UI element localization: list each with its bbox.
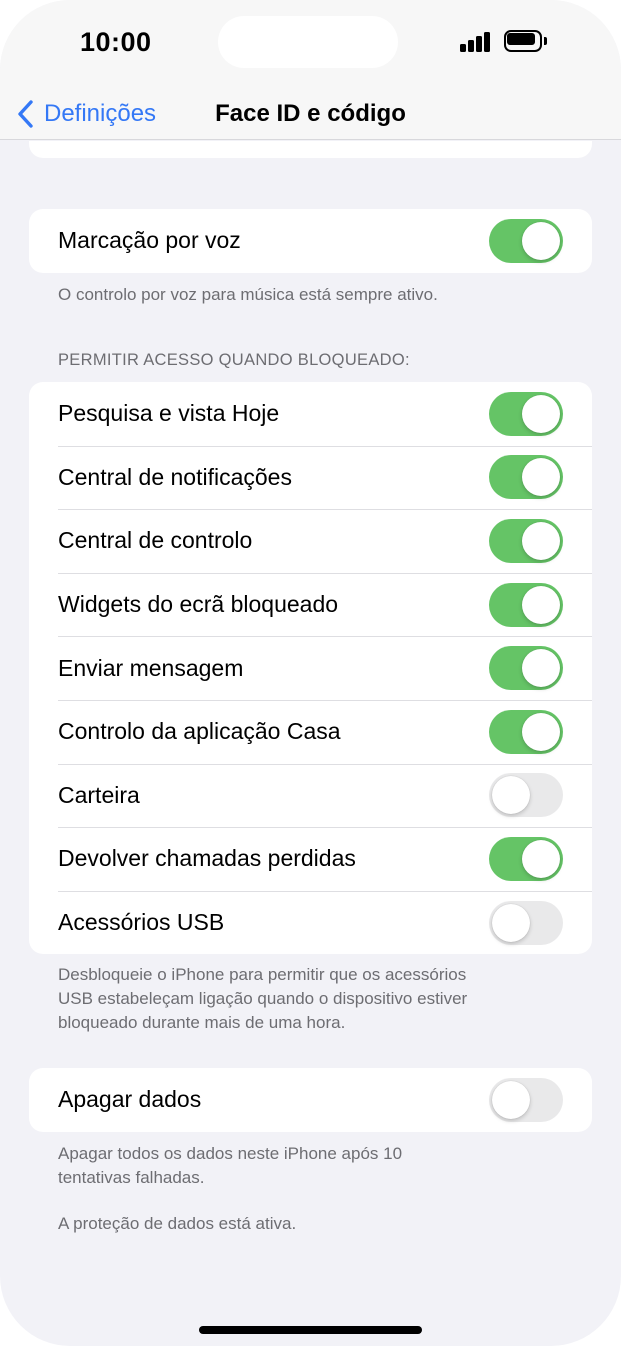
toggle-knob — [492, 776, 530, 815]
erase-footnote: Apagar todos os dados neste iPhone após … — [58, 1142, 558, 1190]
locked-access-row: Controlo da aplicação Casa — [29, 699, 592, 764]
footnote-line: Desbloqueie o iPhone para permitir que o… — [58, 965, 467, 984]
voice-dial-label: Marcação por voz — [58, 227, 241, 254]
locked-access-row: Central de notificações — [29, 445, 592, 510]
toggle-knob — [492, 1080, 530, 1119]
locked-access-toggle[interactable] — [489, 773, 563, 818]
locked-access-toggle[interactable] — [489, 709, 563, 754]
toggle-knob — [522, 712, 560, 751]
locked-access-label: Pesquisa e vista Hoje — [58, 400, 280, 427]
chevron-left-icon — [18, 100, 33, 128]
locked-access-row: Carteira — [29, 763, 592, 828]
locked-access-label: Carteira — [58, 781, 140, 808]
locked-access-label: Acessórios USB — [58, 909, 225, 936]
toggle-knob — [492, 903, 530, 942]
phone-screen: 10:00 Definições Face ID e código Marcaç… — [0, 0, 621, 1346]
toggle-knob — [522, 221, 560, 260]
locked-access-toggle[interactable] — [489, 518, 563, 563]
navigation-bar: Definições Face ID e código — [0, 88, 621, 140]
locked-access-label: Devolver chamadas perdidas — [58, 845, 356, 872]
battery-icon — [504, 30, 548, 54]
cellular-signal-icon — [460, 32, 492, 52]
toggle-knob — [522, 839, 560, 878]
erase-data-card: Apagar dados — [29, 1068, 592, 1132]
locked-access-toggle[interactable] — [489, 582, 563, 627]
locked-access-toggle[interactable] — [489, 836, 563, 881]
voice-dial-toggle[interactable] — [489, 218, 563, 263]
footnote-line: bloqueado durante mais de uma hora. — [58, 1013, 346, 1032]
locked-access-toggle[interactable] — [489, 391, 563, 436]
erase-data-row: Apagar dados — [29, 1068, 592, 1132]
locked-access-toggle[interactable] — [489, 900, 563, 945]
erase-data-label: Apagar dados — [58, 1086, 202, 1113]
toggle-knob — [522, 521, 560, 560]
erase-data-toggle[interactable] — [489, 1077, 563, 1122]
footnote-line: tentativas falhadas. — [58, 1168, 205, 1187]
toggle-knob — [522, 585, 560, 624]
voice-footnote: O controlo por voz para música está semp… — [58, 285, 438, 304]
data-protection-note: A proteção de dados está ativa. — [58, 1214, 297, 1233]
voice-dial-card: Marcação por voz — [29, 209, 592, 273]
locked-access-label: Widgets do ecrã bloqueado — [58, 591, 339, 618]
toggle-knob — [522, 458, 560, 497]
locked-access-label: Controlo da aplicação Casa — [58, 718, 341, 745]
locked-access-row: Acessórios USB — [29, 890, 592, 955]
home-indicator[interactable] — [199, 1326, 422, 1334]
locked-access-card: Pesquisa e vista Hoje Central de notifica… — [29, 382, 592, 955]
back-button[interactable]: Definições — [16, 96, 156, 132]
locked-access-row: Pesquisa e vista Hoje — [29, 382, 592, 446]
settings-list[interactable]: Marcação por voz O controlo por voz para… — [0, 141, 621, 1346]
locked-access-label: Central de notificações — [58, 463, 292, 490]
locked-access-label: Central de controlo — [58, 527, 253, 554]
footnote-line: Apagar todos os dados neste iPhone após … — [58, 1144, 403, 1163]
locked-access-row: Widgets do ecrã bloqueado — [29, 572, 592, 637]
locked-access-toggle[interactable] — [489, 455, 563, 500]
footnote-line: USB estabeleçam ligação quando o disposi… — [58, 989, 468, 1008]
back-button-label: Definições — [44, 100, 157, 127]
usb-footnote: Desbloqueie o iPhone para permitir que o… — [58, 963, 558, 1035]
locked-access-header: PERMITIR ACESSO QUANDO BLOQUEADO: — [58, 351, 410, 369]
toggle-knob — [522, 649, 560, 688]
status-bar: 10:00 — [0, 0, 621, 88]
toggle-knob — [522, 394, 560, 433]
locked-access-row: Devolver chamadas perdidas — [29, 827, 592, 891]
previous-section-card — [29, 141, 592, 158]
status-time: 10:00 — [80, 27, 152, 57]
locked-access-toggle[interactable] — [489, 646, 563, 691]
dynamic-island — [218, 16, 398, 68]
voice-dial-row: Marcação por voz — [29, 209, 592, 273]
locked-access-label: Enviar mensagem — [58, 654, 244, 681]
locked-access-row: Enviar mensagem — [29, 636, 592, 700]
locked-access-row: Central de controlo — [29, 509, 592, 573]
